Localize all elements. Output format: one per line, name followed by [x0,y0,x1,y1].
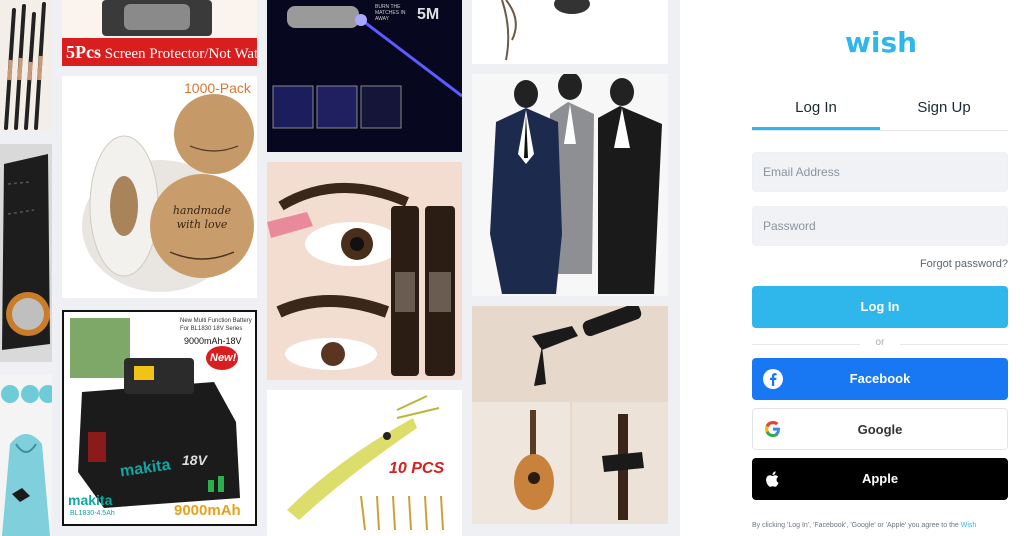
facebook-button-label: Facebook [849,371,911,386]
google-icon [765,421,780,437]
tile-black-garment[interactable] [0,144,52,362]
google-button[interactable]: Google [752,408,1008,450]
tile-eyebrow-tint[interactable] [267,162,462,380]
lure-count-label: 10 PCS [389,460,445,477]
facebook-icon [763,369,783,389]
apple-icon [766,471,779,487]
apple-button[interactable]: Apple [752,458,1008,500]
tab-sign-up[interactable]: Sign Up [880,92,1008,130]
battery-spec-line3: 9000mAh-18V [184,336,242,346]
terms-text: By clicking 'Log In', 'Facebook', 'Googl… [752,522,961,529]
battery-spec-line1: New Multi Function Battery [180,318,252,324]
sticker-text-line2: with love [176,218,228,231]
tile-blue-hoodie[interactable] [0,374,52,536]
battery-model-label: BL1830-4.5Ah [70,510,115,517]
wish-logo: wish [845,26,917,59]
caption-rest: Screen Protector/Not Watch [101,46,257,62]
tile-makeup-brushes[interactable] [0,0,52,132]
battery-new-badge: New! [210,352,237,364]
tab-log-in[interactable]: Log In [752,92,880,130]
sticker-text-line1: handmade [172,204,232,217]
laser-range-label: 5M [417,6,440,23]
tile-decor-bow[interactable] [472,0,668,64]
tile-watch-screen-protector[interactable]: 5Pcs Screen Protector/Not Watch [62,0,257,66]
battery-spec-line2: For BL1830 18V Series [180,326,243,332]
auth-tabs: Log In Sign Up [752,92,1008,131]
laser-small-text: BURN THE MATCHES IN AWAY [375,4,406,22]
tile-guitar-wall-hook[interactable] [472,306,668,524]
apple-button-label: Apple [861,471,899,486]
caption-prefix: 5Pcs [66,42,101,62]
battery-brand-footer: makita [68,492,113,508]
or-divider: or [752,337,1008,351]
tile-makita-battery[interactable]: New Multi Function Battery For BL1830 18… [62,310,257,526]
google-button-label: Google [857,422,903,437]
battery-capacity-label: 9000mAh [174,502,241,519]
terms-link[interactable]: Wish [961,522,977,529]
tile-mens-suits[interactable] [472,74,668,296]
email-field[interactable] [752,152,1008,192]
facebook-button[interactable]: Facebook [752,358,1008,400]
terms-notice: By clicking 'Log In', 'Facebook', 'Googl… [752,522,1014,529]
caption-1000-pack: 1000-Pack [184,80,251,96]
battery-voltage-label: 18V [182,452,207,468]
log-in-button[interactable]: Log In [752,286,1008,328]
tile-laser-pointer[interactable]: BURN THE MATCHES IN AWAY 5M [267,0,462,152]
tile-kraft-sticker-roll[interactable]: 1000-Pack handmade with love [62,76,257,298]
forgot-password-link[interactable]: Forgot password? [920,258,1008,270]
product-grid: 5Pcs Screen Protector/Not Watch 1000-Pac… [0,0,680,536]
wish-logo-text: wish [845,26,917,59]
tile-fishing-shrimp-lure[interactable]: 10 PCS [267,390,462,536]
password-field[interactable] [752,206,1008,246]
